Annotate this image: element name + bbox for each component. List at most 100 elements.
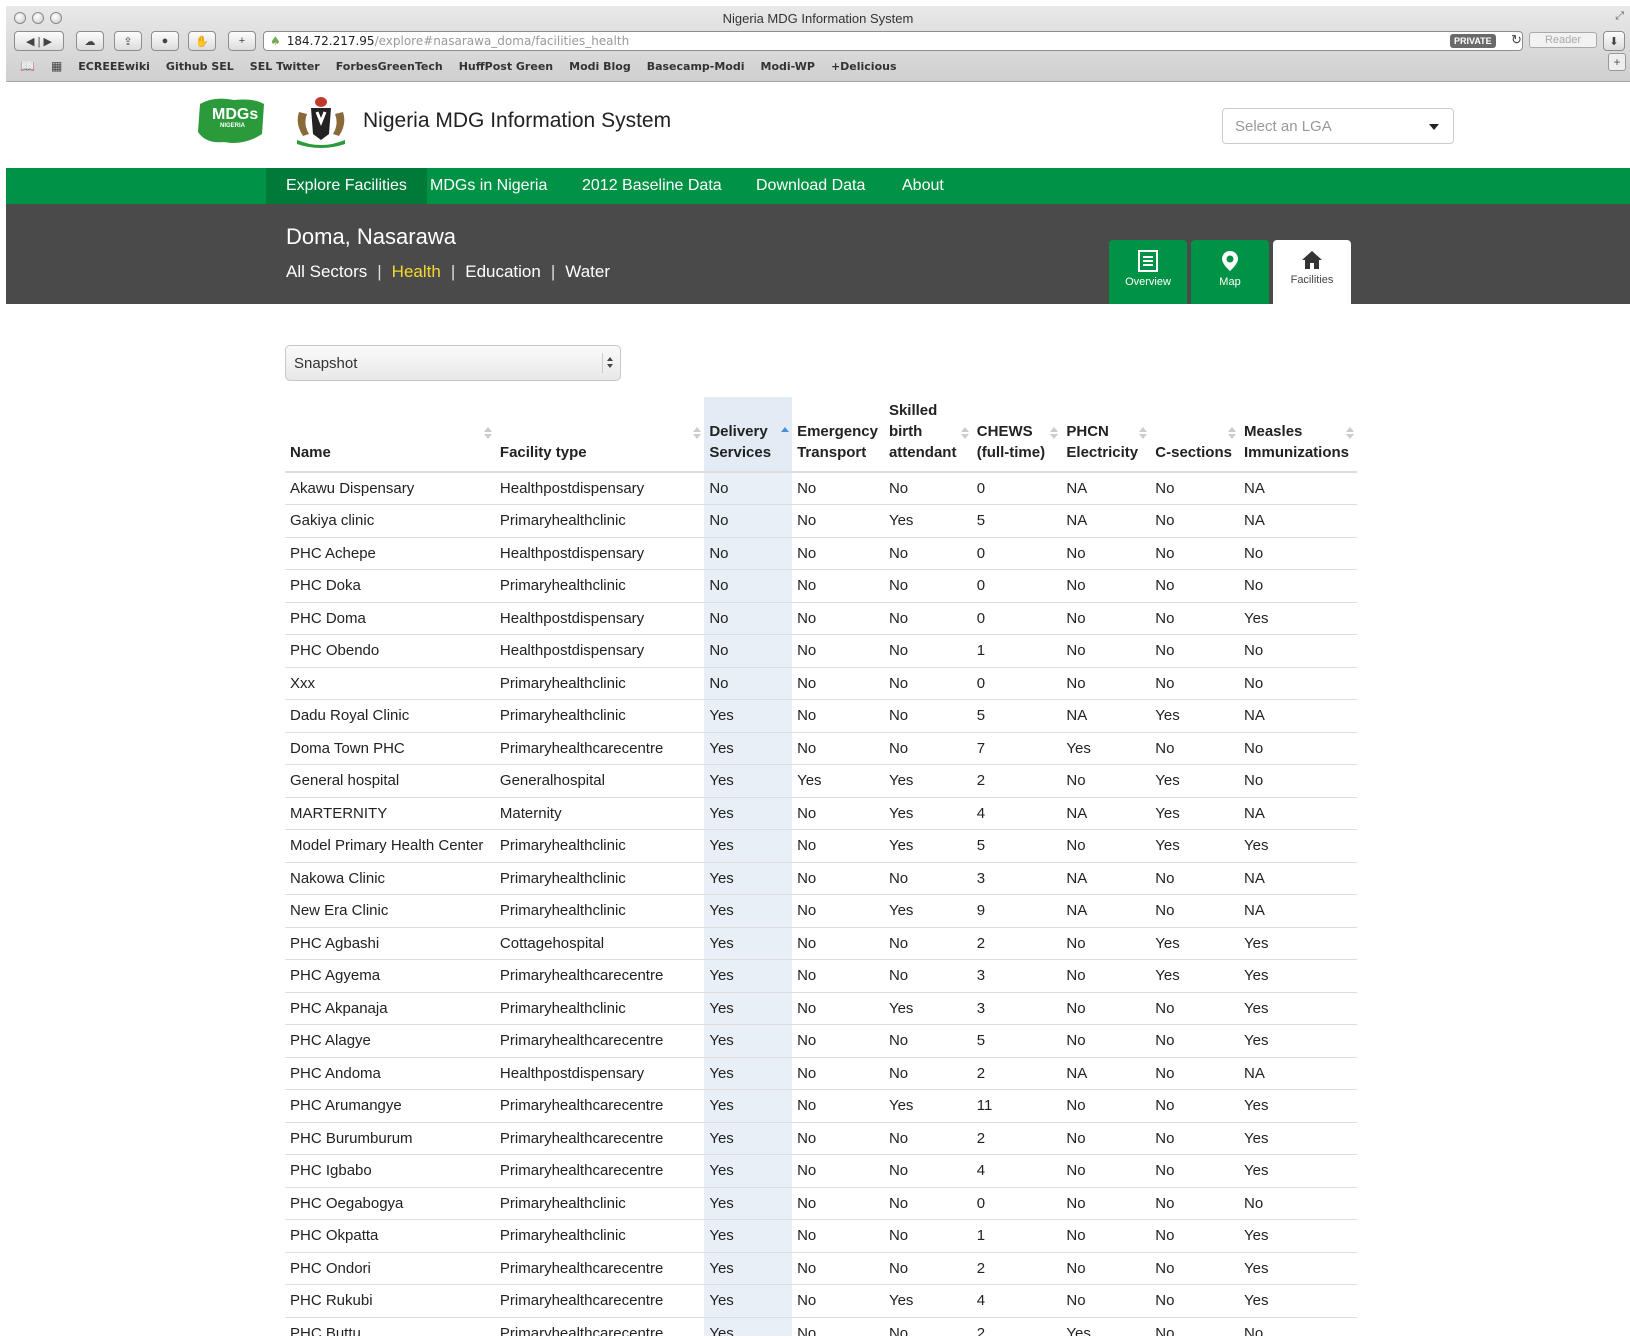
bookmark-link[interactable]: SEL Twitter bbox=[250, 60, 320, 73]
add-bookmark-button[interactable]: + bbox=[1608, 53, 1626, 71]
table-row[interactable]: PHC Obendo Healthpostdispensary No No No 1 No N… bbox=[285, 634, 1357, 668]
nav-mdgs-in-nigeria[interactable]: MDGs in Nigeria bbox=[410, 168, 567, 204]
site-title[interactable]: Nigeria MDG Information System bbox=[363, 109, 671, 133]
table-cell: No bbox=[1150, 894, 1239, 928]
bookmark-link[interactable]: Basecamp-Modi bbox=[647, 60, 745, 73]
sector-separator: | bbox=[377, 262, 382, 281]
table-cell: No bbox=[883, 1024, 972, 1058]
table-row[interactable]: Model Primary Health Center Primaryhealth… bbox=[285, 829, 1357, 863]
table-row[interactable]: PHC Burumburum Primaryhealthcarecentre Yes… bbox=[285, 1122, 1357, 1155]
bookmark-link[interactable]: ForbesGreenTech bbox=[336, 60, 443, 73]
nav-baseline-data[interactable]: 2012 Baseline Data bbox=[562, 168, 742, 204]
table-cell: No bbox=[1239, 764, 1357, 798]
back-forward-buttons[interactable]: ◀ | ▶ bbox=[14, 31, 64, 51]
table-row[interactable]: PHC Igbabo Primaryhealthcarecentre Yes No No… bbox=[285, 1154, 1357, 1188]
icloud-icon[interactable]: ☁ bbox=[76, 31, 104, 51]
table-row[interactable]: Dadu Royal Clinic Primaryhealthclinic Yes N… bbox=[285, 699, 1357, 733]
table-cell: No bbox=[1061, 537, 1151, 570]
tab-facilities[interactable]: Facilities bbox=[1273, 240, 1351, 304]
new-tab-button[interactable]: + bbox=[228, 31, 256, 51]
table-row[interactable]: PHC Agbashi Cottagehospital Yes No No 2 No Yes Y… bbox=[285, 927, 1357, 960]
table-cell: Yes bbox=[704, 797, 793, 830]
table-row[interactable]: PHC Agyema Primaryhealthcarecentre Yes No No… bbox=[285, 959, 1357, 993]
top-sites-icon[interactable]: ▦ bbox=[51, 59, 62, 73]
table-cell: No bbox=[1239, 569, 1357, 603]
bookmark-link[interactable]: Modi-WP bbox=[761, 60, 815, 73]
mdgs-logo-text: MDGs bbox=[212, 106, 258, 123]
address-bar[interactable]: ♠ 184.72.217.95/explore#nasarawa_doma/fa… bbox=[263, 31, 1523, 51]
table-cell: NA bbox=[1239, 797, 1357, 830]
table-cell: No bbox=[883, 602, 972, 635]
nav-about[interactable]: About bbox=[882, 168, 964, 204]
table-row[interactable]: PHC Achepe Healthpostdispensary No No No 0 No N… bbox=[285, 537, 1357, 570]
column-header-phcn-electricity[interactable]: PHCN Electricity bbox=[1061, 397, 1151, 473]
sector-education[interactable]: Education bbox=[465, 262, 541, 282]
table-row[interactable]: New Era Clinic Primaryhealthclinic Yes No Ye… bbox=[285, 894, 1357, 928]
column-header-name[interactable]: Name bbox=[285, 397, 495, 473]
table-row[interactable]: Akawu Dispensary Healthpostdispensary No No… bbox=[285, 472, 1357, 505]
nav-explore-facilities[interactable]: Explore Facilities bbox=[266, 168, 427, 204]
downloads-icon[interactable]: ⬇ bbox=[1603, 31, 1625, 51]
table-row[interactable]: Xxx Primaryhealthclinic No No No 0 No No No bbox=[285, 667, 1357, 700]
table-cell: Nakowa Clinic bbox=[285, 862, 495, 895]
tab-map[interactable]: Map bbox=[1191, 240, 1269, 304]
history-icon[interactable]: ● bbox=[151, 31, 179, 51]
sector-health[interactable]: Health bbox=[392, 262, 441, 282]
table-cell: Primaryhealthclinic bbox=[494, 894, 705, 928]
table-cell: Yes bbox=[1150, 959, 1239, 993]
fullscreen-icon[interactable]: ⤢ bbox=[1615, 10, 1624, 23]
table-cell: No bbox=[792, 1024, 884, 1058]
extension-icon[interactable]: ✋ bbox=[188, 31, 216, 51]
bookmark-link[interactable]: ECREEEwiki bbox=[78, 60, 150, 73]
column-header-c-sections[interactable]: C-sections bbox=[1150, 397, 1239, 473]
table-row[interactable]: PHC Akpanaja Primaryhealthclinic Yes No Yes 3… bbox=[285, 992, 1357, 1025]
table-row[interactable]: PHC Doma Healthpostdispensary No No No 0 No No Y… bbox=[285, 602, 1357, 635]
map-marker-icon bbox=[1222, 251, 1238, 271]
column-header-skilled-birth-attendant[interactable]: Skilled birth attendant bbox=[883, 397, 972, 473]
reload-icon[interactable]: ↻ bbox=[1511, 32, 1522, 48]
nav-download-data[interactable]: Download Data bbox=[736, 168, 885, 204]
tab-overview[interactable]: Overview bbox=[1109, 240, 1187, 304]
table-cell: Yes bbox=[704, 927, 793, 960]
table-row[interactable]: Doma Town PHC Primaryhealthcarecentre Yes N… bbox=[285, 732, 1357, 765]
snapshot-select[interactable]: Snapshot bbox=[285, 345, 621, 381]
bookmark-link[interactable]: +Delicious bbox=[831, 60, 897, 73]
share-icon[interactable]: ⇪ bbox=[114, 31, 142, 51]
table-row[interactable]: PHC Rukubi Primaryhealthcarecentre Yes No Ye… bbox=[285, 1284, 1357, 1318]
table-row[interactable]: PHC Arumangye Primaryhealthcarecentre Yes N… bbox=[285, 1089, 1357, 1123]
table-row[interactable]: PHC Okpatta Primaryhealthclinic Yes No No 1 No… bbox=[285, 1219, 1357, 1253]
sector-water[interactable]: Water bbox=[565, 262, 610, 282]
table-row[interactable]: PHC Ondori Primaryhealthcarecentre Yes No No… bbox=[285, 1252, 1357, 1285]
bookmark-link[interactable]: HuffPost Green bbox=[459, 60, 553, 73]
table-cell: Yes bbox=[704, 1089, 793, 1123]
table-row[interactable]: MARTERNITY Maternity Yes No Yes 4 NA Yes NA bbox=[285, 797, 1357, 830]
table-cell: 2 bbox=[971, 927, 1062, 960]
table-cell: PHC Burumburum bbox=[285, 1122, 495, 1155]
mdgs-logo[interactable]: MDGs NIGERIA bbox=[194, 94, 278, 148]
table-row[interactable]: PHC Andoma Healthpostdispensary Yes No No 2 NA… bbox=[285, 1057, 1357, 1090]
table-cell: No bbox=[883, 537, 972, 570]
column-header-delivery-services[interactable]: Delivery Services bbox=[704, 397, 793, 473]
table-row[interactable]: General hospital Generalhospital Yes Yes Yes… bbox=[285, 764, 1357, 798]
bookmark-link[interactable]: Github SEL bbox=[166, 60, 234, 73]
table-cell: 2 bbox=[971, 764, 1062, 798]
reader-button[interactable]: Reader bbox=[1529, 32, 1597, 48]
bookmark-link[interactable]: Modi Blog bbox=[569, 60, 631, 73]
column-header-emergency-transport[interactable]: Emergency Transport bbox=[792, 397, 884, 473]
sort-icon bbox=[1346, 427, 1354, 441]
table-row[interactable]: Nakowa Clinic Primaryhealthclinic Yes No No 3… bbox=[285, 862, 1357, 895]
table-cell: Yes bbox=[883, 894, 972, 928]
table-row[interactable]: PHC Alagye Primaryhealthcarecentre Yes No No… bbox=[285, 1024, 1357, 1058]
table-cell: Yes bbox=[704, 1252, 793, 1285]
lga-select[interactable]: Select an LGA bbox=[1222, 108, 1454, 144]
column-header-facility-type[interactable]: Facility type bbox=[494, 397, 705, 473]
table-row[interactable]: Gakiya clinic Primaryhealthclinic No No Yes 5… bbox=[285, 504, 1357, 538]
table-row[interactable]: PHC Oegabogya Primaryhealthclinic Yes No No 0… bbox=[285, 1187, 1357, 1220]
sector-all[interactable]: All Sectors bbox=[286, 262, 367, 282]
column-header-measles-immunizations[interactable]: Measles Immunizations bbox=[1239, 397, 1357, 473]
reading-list-icon[interactable]: 📖 bbox=[20, 59, 35, 73]
table-cell: No bbox=[792, 667, 884, 700]
table-row[interactable]: PHC Doka Primaryhealthclinic No No No 0 No No No bbox=[285, 569, 1357, 603]
table-cell: Yes bbox=[1239, 1284, 1357, 1318]
column-header-chews[interactable]: CHEWS (full-time) bbox=[971, 397, 1062, 473]
